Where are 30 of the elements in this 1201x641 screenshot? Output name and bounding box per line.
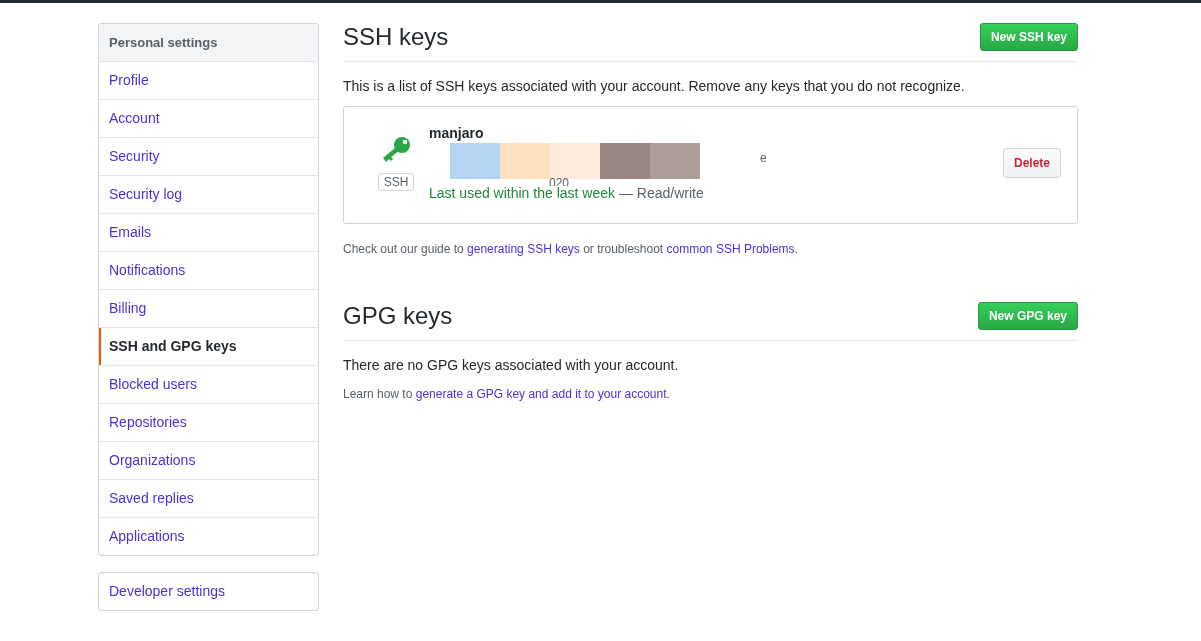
menu-item[interactable]: Security log: [99, 175, 318, 213]
menu-item[interactable]: Billing: [99, 289, 318, 327]
menu-item[interactable]: Developer settings: [99, 573, 318, 610]
menu-item[interactable]: SSH and GPG keys: [99, 327, 318, 365]
help-link[interactable]: generate a GPG key and add it to your account: [415, 387, 667, 401]
key-fingerprint-fragment: e: [760, 151, 767, 165]
menu-item[interactable]: Applications: [99, 517, 318, 555]
menu-heading: Personal settings: [99, 24, 318, 62]
section-title: SSH keys: [343, 23, 449, 51]
menu-item[interactable]: Organizations: [99, 441, 318, 479]
help-text: Check out our guide to generating SSH keys or troubleshoot common SSH Problems.: [343, 242, 799, 256]
section-title: GPG keys: [343, 302, 453, 330]
menu-item[interactable]: Notifications: [99, 251, 318, 289]
key-title: manjaro: [429, 125, 485, 141]
menu-item[interactable]: Account: [99, 99, 318, 137]
intro-text: This is a list of SSH keys associated with your account. Remove any keys that you do not recognize.: [343, 78, 966, 94]
help-link[interactable]: common SSH Problems: [666, 242, 795, 256]
menu-item[interactable]: Blocked users: [99, 365, 318, 403]
ssh-badge: SSH: [377, 172, 415, 191]
delete-button[interactable]: Delete: [1002, 148, 1061, 178]
menu-item[interactable]: Security: [99, 137, 318, 175]
key-icon: [380, 135, 412, 164]
menu-item[interactable]: Profile: [99, 62, 318, 99]
empty-message: There are no GPG keys associated with your account.: [343, 357, 680, 373]
menu-item[interactable]: Repositories: [99, 403, 318, 441]
menu-item[interactable]: Emails: [99, 213, 318, 251]
key-usage: Last used within the last week — Read/write: [429, 185, 705, 201]
help-link[interactable]: generating SSH keys: [467, 242, 580, 256]
menu-item[interactable]: Saved replies: [99, 479, 318, 517]
help-text: Learn how to generate a GPG key and add it to your account.: [343, 387, 671, 401]
